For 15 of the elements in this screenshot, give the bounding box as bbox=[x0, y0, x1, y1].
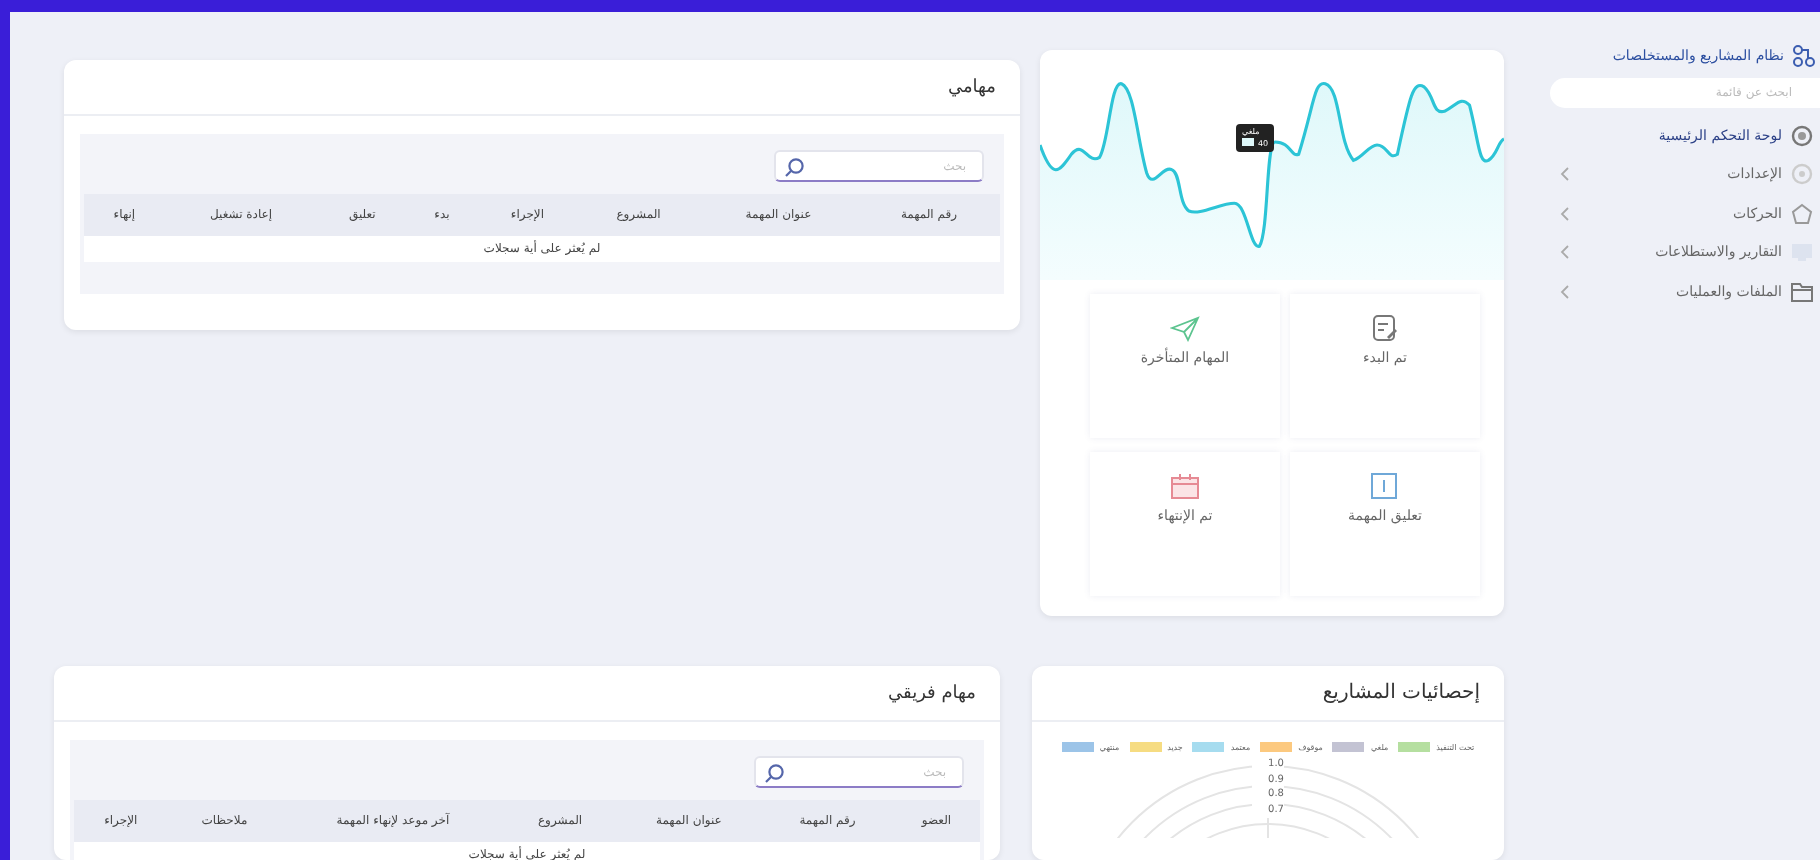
alert-box-icon bbox=[1370, 472, 1400, 500]
card-title: إحصائيات المشاريع bbox=[1322, 682, 1480, 704]
dashboard-icon bbox=[1790, 123, 1814, 148]
gear-icon bbox=[1790, 162, 1814, 187]
card-title: مهامي bbox=[947, 77, 996, 97]
paper-plane-icon bbox=[1170, 314, 1200, 342]
folder-icon bbox=[1790, 279, 1814, 304]
search-icon bbox=[784, 156, 806, 178]
network-icon bbox=[1792, 44, 1816, 68]
checklist-icon bbox=[1370, 314, 1400, 342]
calendar-icon bbox=[1170, 472, 1200, 500]
legend-swatch bbox=[1242, 138, 1254, 147]
search-icon bbox=[764, 762, 786, 784]
card-title: مهام فريقي bbox=[888, 683, 976, 703]
pentagon-icon bbox=[1790, 201, 1814, 226]
